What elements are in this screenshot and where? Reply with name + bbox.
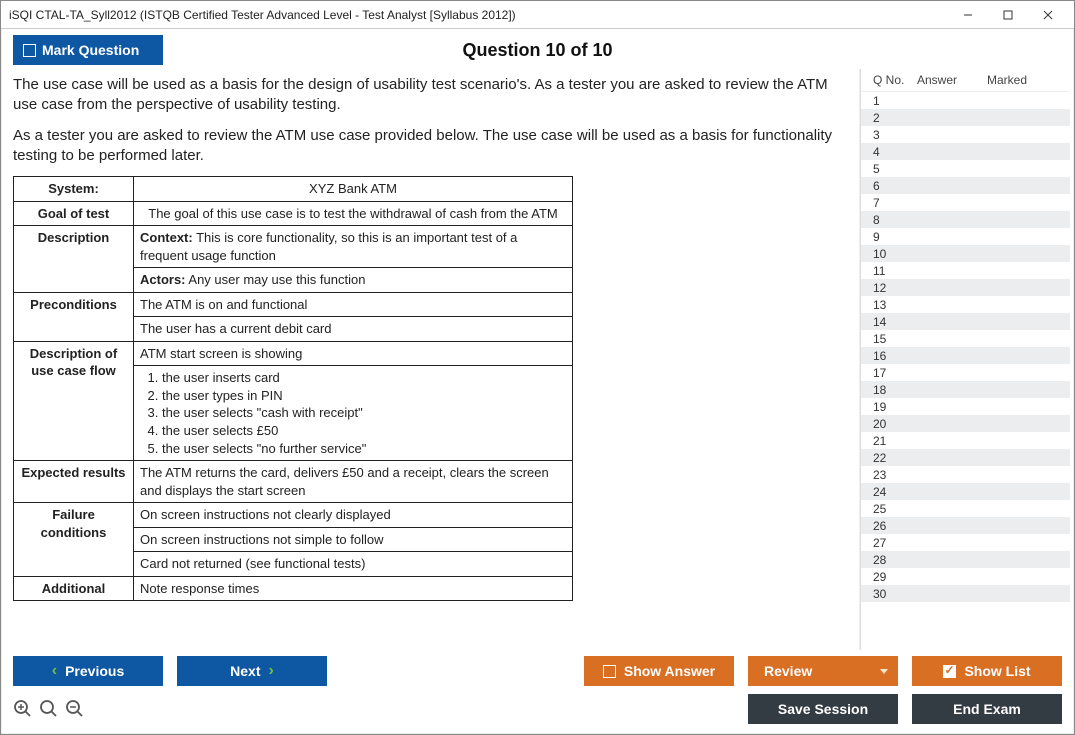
question-paragraph-1: The use case will be used as a basis for…: [13, 75, 847, 116]
nav-row[interactable]: 5: [861, 160, 1070, 177]
uc-failure-label: Failure conditions: [14, 503, 134, 577]
uc-failure-2: On screen instructions not simple to fol…: [134, 527, 573, 552]
uc-precond-label: Preconditions: [14, 292, 134, 341]
uc-expected-value: The ATM returns the card, delivers £50 a…: [134, 461, 573, 503]
nav-row[interactable]: 3: [861, 126, 1070, 143]
question-text: The use case will be used as a basis for…: [13, 75, 847, 166]
nav-row[interactable]: 13: [861, 296, 1070, 313]
uc-precond-1: The ATM is on and functional: [134, 292, 573, 317]
zoom-out-button[interactable]: [65, 699, 85, 719]
nav-row[interactable]: 20: [861, 415, 1070, 432]
nav-row[interactable]: 14: [861, 313, 1070, 330]
chevron-right-icon: ›: [269, 662, 274, 680]
uc-expected-label: Expected results: [14, 461, 134, 503]
nav-row[interactable]: 2: [861, 109, 1070, 126]
zoom-in-icon: [13, 699, 33, 719]
minimize-button[interactable]: [948, 3, 988, 27]
nav-row[interactable]: 6: [861, 177, 1070, 194]
checkbox-icon: [603, 665, 616, 678]
nav-row[interactable]: 7: [861, 194, 1070, 211]
nav-row[interactable]: 11: [861, 262, 1070, 279]
nav-header: Q No. Answer Marked: [861, 69, 1070, 92]
nav-row[interactable]: 19: [861, 398, 1070, 415]
zoom-reset-button[interactable]: [39, 699, 59, 719]
nav-row[interactable]: 23: [861, 466, 1070, 483]
checkbox-checked-icon: [943, 665, 956, 678]
nav-row[interactable]: 29: [861, 568, 1070, 585]
nav-row[interactable]: 16: [861, 347, 1070, 364]
previous-button[interactable]: ‹ Previous: [13, 656, 163, 686]
uc-additional-label: Additional: [14, 576, 134, 601]
end-exam-button[interactable]: End Exam: [912, 694, 1062, 724]
chevron-left-icon: ‹: [52, 662, 57, 680]
nav-row[interactable]: 26: [861, 517, 1070, 534]
uc-flow-steps: the user inserts card the user types in …: [134, 366, 573, 461]
nav-row[interactable]: 21: [861, 432, 1070, 449]
nav-row[interactable]: 17: [861, 364, 1070, 381]
review-dropdown[interactable]: Review: [748, 656, 898, 686]
minimize-icon: [963, 10, 973, 20]
question-counter: Question 10 of 10: [163, 40, 912, 61]
save-session-button[interactable]: Save Session: [748, 694, 898, 724]
nav-col-answer: Answer: [917, 73, 987, 87]
nav-row[interactable]: 9: [861, 228, 1070, 245]
content-area: The use case will be used as a basis for…: [1, 69, 1074, 650]
mark-question-button[interactable]: Mark Question: [13, 35, 163, 65]
app-window: iSQI CTAL-TA_Syll2012 (ISTQB Certified T…: [0, 0, 1075, 735]
zoom-controls: [13, 699, 85, 719]
nav-row[interactable]: 30: [861, 585, 1070, 602]
window-title: iSQI CTAL-TA_Syll2012 (ISTQB Certified T…: [9, 8, 948, 22]
uc-goal-label: Goal of test: [14, 201, 134, 226]
nav-row[interactable]: 24: [861, 483, 1070, 500]
footer-row-2: Save Session End Exam: [13, 694, 1062, 724]
uc-goal-value: The goal of this use case is to test the…: [134, 201, 573, 226]
nav-row[interactable]: 18: [861, 381, 1070, 398]
zoom-in-button[interactable]: [13, 699, 33, 719]
question-nav-panel: Q No. Answer Marked 12345678910111213141…: [860, 69, 1070, 650]
uc-desc-label: Description: [14, 226, 134, 293]
uc-desc-context: Context: This is core functionality, so …: [134, 226, 573, 268]
nav-row[interactable]: 27: [861, 534, 1070, 551]
nav-row[interactable]: 12: [861, 279, 1070, 296]
uc-failure-1: On screen instructions not clearly displ…: [134, 503, 573, 528]
uc-system-value: XYZ Bank ATM: [134, 177, 573, 202]
nav-row[interactable]: 28: [861, 551, 1070, 568]
header-bar: Mark Question Question 10 of 10: [1, 29, 1074, 69]
nav-col-marked: Marked: [987, 73, 1064, 87]
uc-precond-2: The user has a current debit card: [134, 317, 573, 342]
checkbox-icon: [23, 44, 36, 57]
maximize-button[interactable]: [988, 3, 1028, 27]
nav-row[interactable]: 4: [861, 143, 1070, 160]
uc-system-label: System:: [14, 177, 134, 202]
nav-row[interactable]: 1: [861, 92, 1070, 109]
close-button[interactable]: [1028, 3, 1068, 27]
titlebar: iSQI CTAL-TA_Syll2012 (ISTQB Certified T…: [1, 1, 1074, 29]
nav-question-list[interactable]: 1234567891011121314151617181920212223242…: [861, 92, 1070, 650]
uc-additional-value: Note response times: [134, 576, 573, 601]
nav-row[interactable]: 15: [861, 330, 1070, 347]
window-controls: [948, 3, 1068, 27]
use-case-table: System: XYZ Bank ATM Goal of test The go…: [13, 176, 573, 601]
footer: ‹ Previous Next › Show Answer Review Sho…: [1, 650, 1074, 734]
show-list-button[interactable]: Show List: [912, 656, 1062, 686]
zoom-out-icon: [65, 699, 85, 719]
mark-question-label: Mark Question: [42, 42, 139, 58]
nav-row[interactable]: 22: [861, 449, 1070, 466]
question-panel[interactable]: The use case will be used as a basis for…: [1, 69, 860, 650]
nav-col-qno: Q No.: [873, 73, 917, 87]
question-paragraph-2: As a tester you are asked to review the …: [13, 126, 847, 167]
nav-row[interactable]: 10: [861, 245, 1070, 262]
nav-row[interactable]: 8: [861, 211, 1070, 228]
uc-flow-head: ATM start screen is showing: [134, 341, 573, 366]
footer-row-1: ‹ Previous Next › Show Answer Review Sho…: [13, 656, 1062, 686]
magnifier-icon: [39, 699, 59, 719]
uc-desc-actors: Actors: Any user may use this function: [134, 268, 573, 293]
show-answer-button[interactable]: Show Answer: [584, 656, 734, 686]
next-button[interactable]: Next ›: [177, 656, 327, 686]
nav-row[interactable]: 25: [861, 500, 1070, 517]
uc-failure-3: Card not returned (see functional tests): [134, 552, 573, 577]
maximize-icon: [1003, 10, 1013, 20]
close-icon: [1043, 10, 1053, 20]
uc-flow-label: Description of use case flow: [14, 341, 134, 460]
